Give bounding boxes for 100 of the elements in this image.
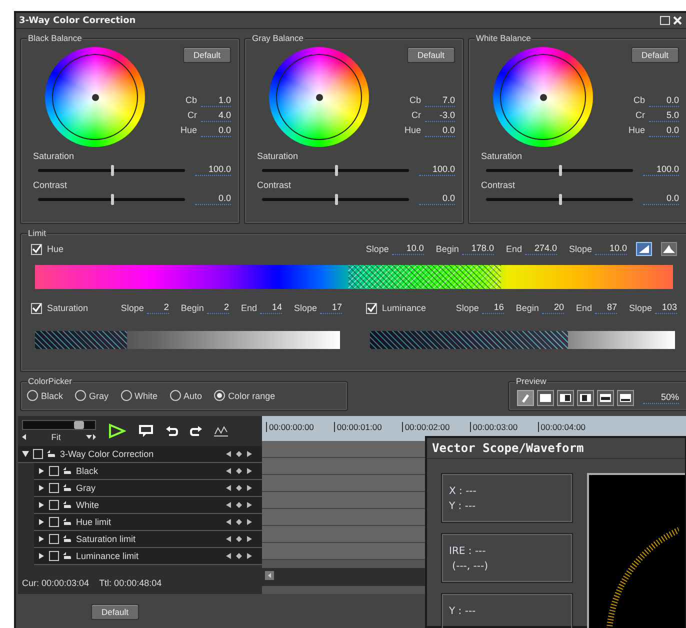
undo-icon[interactable] [166,425,178,437]
value-field[interactable]: 100.0 [419,164,455,176]
split-center-icon[interactable] [577,390,594,406]
value-field[interactable]: 0.0 [649,125,679,137]
collapsed-arrow-icon[interactable] [38,468,45,474]
value-field[interactable]: 0.0 [643,193,679,205]
value-field[interactable]: 17 [320,302,342,314]
keyframe-nav-icon[interactable] [226,485,252,491]
default-button[interactable]: Default [183,47,231,63]
split-horizontal-icon[interactable] [597,390,614,406]
checkbox[interactable] [49,500,59,510]
value-field[interactable]: 0.0 [425,125,455,137]
full-view-icon[interactable] [537,390,554,406]
value-field[interactable]: 7.0 [425,95,455,107]
value-field[interactable]: 0.0 [419,193,455,205]
collapsed-arrow-icon[interactable] [38,536,45,542]
value-field[interactable]: 14 [260,302,282,314]
split-left-icon[interactable] [557,390,574,406]
value-field[interactable]: 100.0 [195,164,231,176]
readout-text: Y : --- [449,500,477,514]
collapsed-arrow-icon[interactable] [38,519,45,525]
value-field[interactable]: -3.0 [425,110,455,122]
param-label: Begin [180,303,204,313]
redo-icon[interactable] [190,425,202,437]
value-field[interactable]: 2 [146,302,169,314]
slider-thumb[interactable] [334,194,338,204]
slider-label: Contrast [33,180,68,190]
keyframe-nav-icon[interactable] [226,502,252,508]
histogram-view-icon[interactable] [661,242,677,256]
range-bar[interactable] [370,331,675,349]
value-field[interactable]: 10.0 [392,243,424,255]
left-arrow-icon[interactable] [22,434,26,440]
split-bottom-icon[interactable] [617,390,634,406]
checkbox[interactable] [31,302,42,314]
value-field[interactable]: 5.0 [649,110,679,122]
collapsed-arrow-icon[interactable] [38,485,45,491]
panel-title: Preview [515,376,548,387]
default-button[interactable]: Default [407,47,455,63]
checkbox[interactable] [49,534,59,544]
value-field[interactable]: 4.0 [201,110,231,122]
field-label: Hue [628,125,645,135]
value-field[interactable]: 87 [594,302,617,314]
param-label: Slope [456,303,479,313]
slider-label: Saturation [257,151,298,161]
checkbox[interactable] [49,466,59,476]
value-field[interactable]: 103 [655,302,677,314]
zoom-slider-track[interactable] [22,420,96,430]
speech-bubble-icon[interactable] [138,424,154,438]
checkbox[interactable] [49,551,59,561]
slider-thumb[interactable] [558,164,562,176]
keyframe-nav-icon[interactable] [226,536,252,542]
keyframe-nav-icon[interactable] [226,553,252,559]
expanded-arrow-icon[interactable] [22,451,29,457]
maximize-icon[interactable] [660,16,670,25]
value-field[interactable]: 0.0 [649,95,679,107]
radio-option[interactable]: Black [27,390,64,401]
gradient-view-icon[interactable] [636,242,652,256]
zoom-label[interactable]: Fit [51,432,61,442]
slider-label: Saturation [481,151,522,161]
radio-option[interactable]: Color range [214,390,276,401]
value-field[interactable]: 20 [542,302,564,314]
checkbox[interactable] [49,517,59,527]
collapsed-arrow-icon[interactable] [38,502,45,508]
slider-thumb[interactable] [110,164,114,176]
value-field[interactable]: 16 [482,302,504,314]
zoom-slider-thumb[interactable] [74,421,84,429]
slider-thumb[interactable] [334,164,338,176]
eyedropper-icon[interactable] [517,390,534,406]
checkbox-label: Hue [47,244,64,254]
default-button[interactable]: Default [631,47,679,63]
value-field[interactable]: 1.0 [201,95,231,107]
collapsed-arrow-icon[interactable] [38,553,45,559]
close-icon[interactable] [673,16,682,25]
dropdown-arrow-icon[interactable] [86,434,96,440]
radio-option[interactable]: White [120,390,158,401]
scroll-left-icon[interactable] [265,571,274,580]
slider-thumb[interactable] [558,194,562,204]
value-field[interactable]: 100.0 [643,164,679,176]
slider-thumb[interactable] [110,194,114,204]
keyframe-nav-icon[interactable] [226,468,252,474]
checkbox[interactable] [49,483,59,493]
value-field[interactable]: 274.0 [524,243,557,255]
hue-range-bar[interactable] [35,265,673,289]
play-icon[interactable] [108,423,126,439]
value-field[interactable]: 0.0 [195,193,231,205]
value-field[interactable]: 2 [206,302,229,314]
value-field[interactable]: 178.0 [462,243,494,255]
radio-option[interactable]: Gray [75,390,109,401]
checkbox[interactable] [31,244,42,254]
value-field[interactable]: 10.0 [595,243,627,255]
keyframe-nav-icon[interactable] [226,519,252,525]
radio-option[interactable]: Auto [170,390,202,401]
keyframe-nav-icon[interactable] [226,451,252,457]
value-field[interactable]: 0.0 [201,125,231,137]
default-button[interactable]: Default [91,604,139,620]
range-bar[interactable] [35,331,340,349]
graph-icon[interactable] [214,425,228,437]
value-field[interactable]: 50% [643,392,679,404]
checkbox[interactable] [33,449,43,459]
checkbox[interactable] [366,302,377,314]
